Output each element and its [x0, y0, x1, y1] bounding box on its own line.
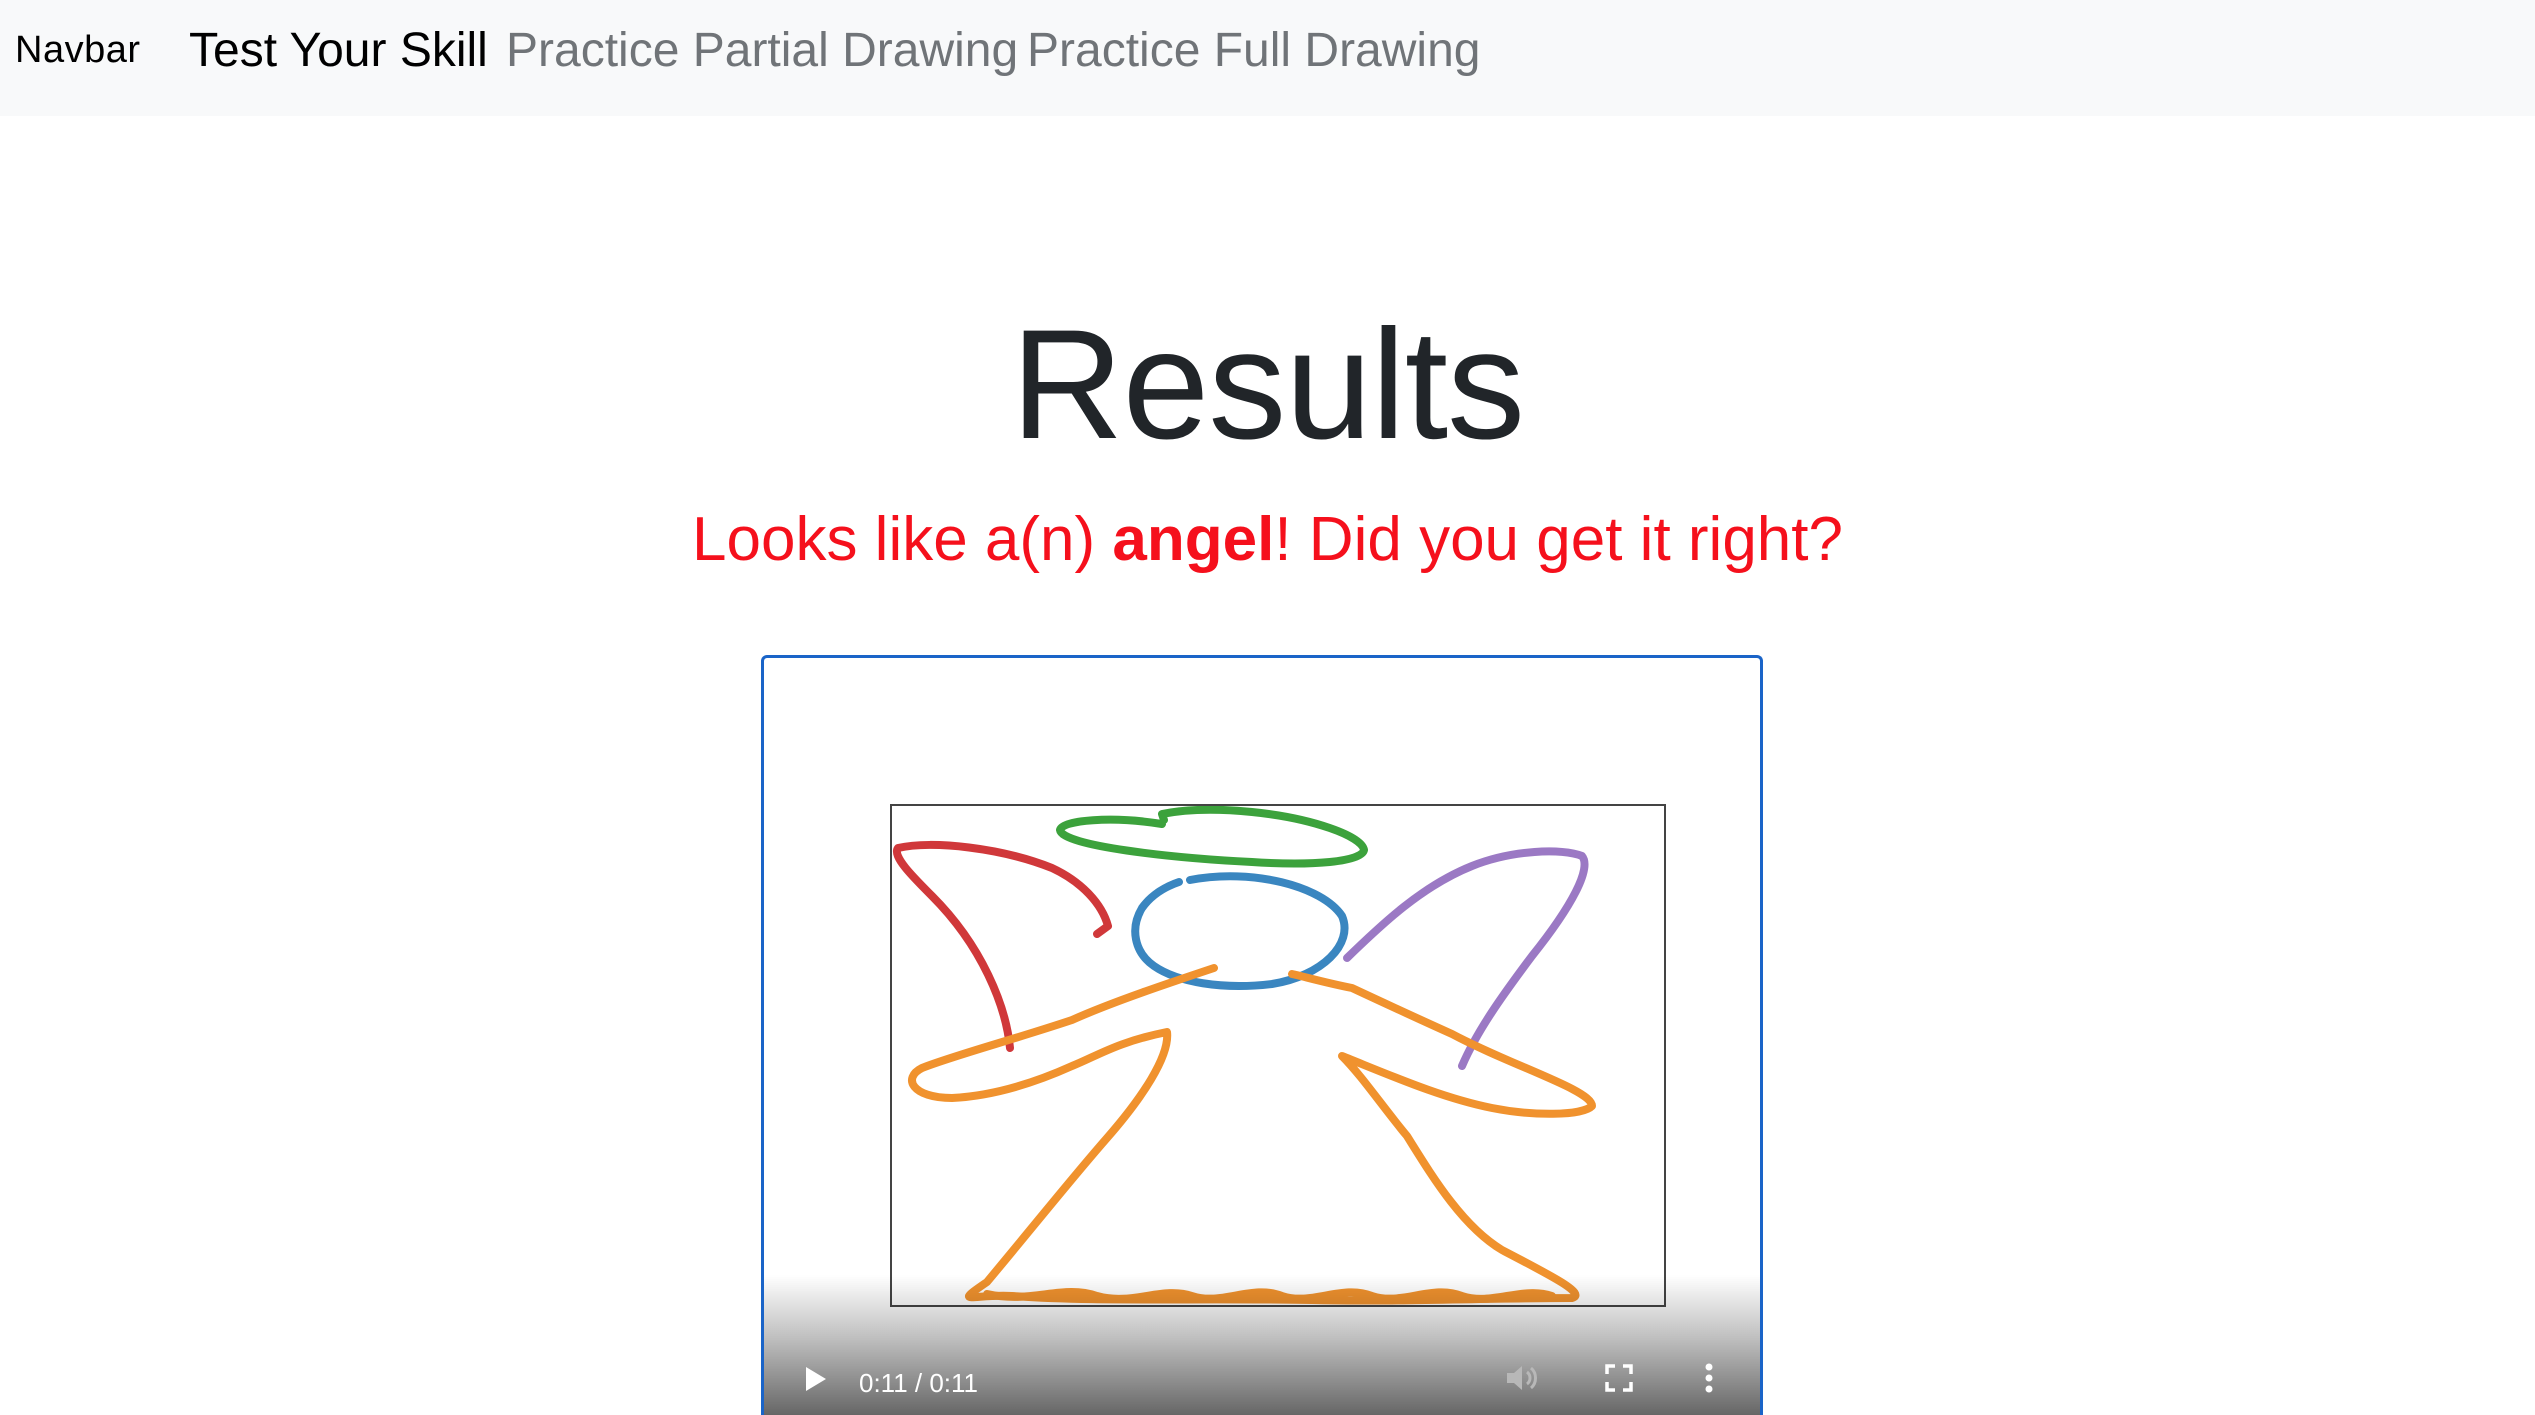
angel-drawing [892, 805, 1596, 1305]
result-suffix: ! Did you get it right? [1274, 505, 1843, 574]
drawing-canvas [890, 804, 1666, 1307]
result-prefix: Looks like a(n) [692, 505, 1113, 574]
guess-label: angel [1112, 505, 1275, 574]
drawing-video-player[interactable]: 0:11 / 0:11 [761, 655, 1763, 1415]
halo-stroke [1056, 805, 1368, 868]
result-message: Looks like a(n) angel! Did you get it ri… [0, 504, 2535, 576]
right-wing-stroke [1343, 847, 1589, 1070]
page-title: Results [1010, 297, 1525, 472]
nav-link-test-your-skill[interactable]: Test Your Skill [189, 24, 488, 78]
video-time-display: 0:11 / 0:11 [859, 1368, 979, 1398]
head-stroke [1131, 872, 1349, 990]
nav-link-practice-partial-drawing[interactable]: Practice Partial Drawing [506, 24, 1018, 78]
fullscreen-icon[interactable] [1605, 1364, 1633, 1397]
navbar: Navbar Test Your Skill Practice Partial … [0, 0, 2535, 116]
nav-link-practice-full-drawing[interactable]: Practice Full Drawing [1027, 24, 1480, 78]
navbar-brand[interactable]: Navbar [15, 28, 141, 72]
more-options-icon[interactable] [1704, 1362, 1714, 1399]
volume-icon[interactable] [1504, 1362, 1540, 1399]
